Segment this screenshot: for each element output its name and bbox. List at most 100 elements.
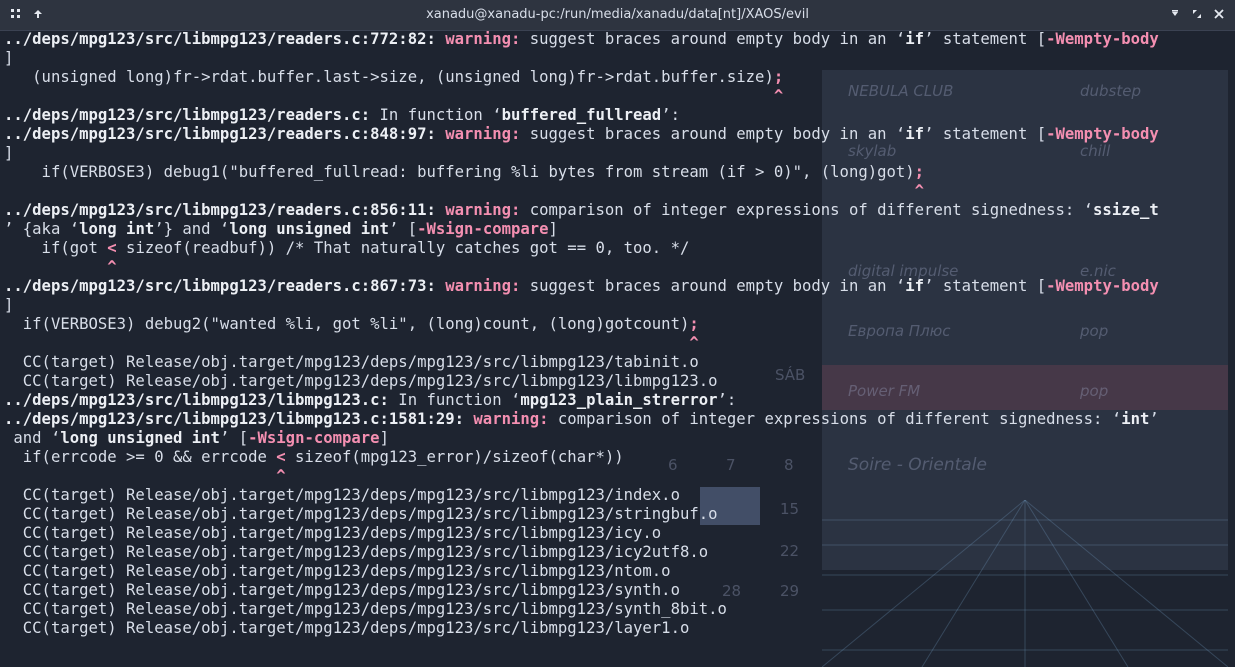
terminal-text: ../deps/mpg123/src/libmpg123/libmpg123.c… — [4, 391, 389, 409]
terminal-text: long unsigned int — [229, 220, 389, 238]
terminal-line: ] — [4, 144, 1235, 163]
terminal-text: ../deps/mpg123/src/libmpg123/readers.c:8… — [4, 201, 446, 219]
terminal-text: CC(target) Release/obj.target/mpg123/dep… — [4, 600, 727, 618]
terminal-text: ../deps/mpg123/src/libmpg123/readers.c: — [4, 106, 371, 124]
terminal-text: warning: — [473, 410, 558, 428]
terminal-text: comparison of integer expressions of dif… — [529, 201, 1094, 219]
terminal-text: int — [1121, 410, 1150, 428]
terminal-line: CC(target) Release/obj.target/mpg123/dep… — [4, 524, 1235, 543]
terminal-line: ] — [4, 296, 1235, 315]
terminal-text: -Wempty-body — [1046, 30, 1159, 48]
terminal-text: ../deps/mpg123/src/libmpg123/libmpg123.c… — [4, 410, 474, 428]
terminal-text: ’: — [717, 391, 737, 409]
terminal-line: if(errcode >= 0 && errcode < sizeof(mpg1… — [4, 448, 1235, 467]
terminal-text: -Wsign-compare — [417, 220, 549, 238]
terminal-line: if(got < sizeof(readbuf)) /* That natura… — [4, 239, 1235, 258]
terminal-text: ../deps/mpg123/src/libmpg123/readers.c:7… — [4, 30, 446, 48]
terminal-text: ] — [4, 296, 14, 314]
terminal-text: CC(target) Release/obj.target/mpg123/dep… — [4, 505, 718, 523]
terminal-text: (unsigned long)fr->rdat.buffer.last->siz… — [4, 68, 774, 86]
terminal-line: ^ — [4, 334, 1235, 353]
terminal-output[interactable]: ../deps/mpg123/src/libmpg123/readers.c:7… — [4, 30, 1235, 667]
terminal-text: ’ {aka ‘ — [4, 220, 80, 238]
terminal-text: ’ statement [ — [924, 125, 1047, 143]
terminal-text: In function ‘ — [370, 106, 502, 124]
minimize-icon[interactable] — [1165, 4, 1185, 24]
terminal-text: warning: — [445, 30, 530, 48]
terminal-text: ^ — [4, 258, 117, 276]
terminal-text: buffered_fullread — [501, 106, 662, 124]
terminal-text: sizeof(mpg123_error)/sizeof(char*)) — [285, 448, 624, 466]
terminal-text: CC(target) Release/obj.target/mpg123/dep… — [4, 543, 709, 561]
terminal-text: ] — [548, 220, 558, 238]
terminal-line: ../deps/mpg123/src/libmpg123/readers.c:8… — [4, 277, 1235, 296]
terminal-text: CC(target) Release/obj.target/mpg123/dep… — [4, 562, 671, 580]
terminal-line: ^ — [4, 182, 1235, 201]
terminal-line: if(VERBOSE3) debug2("wanted %li, got %li… — [4, 315, 1235, 334]
terminal-line: CC(target) Release/obj.target/mpg123/dep… — [4, 543, 1235, 562]
terminal-text: ] — [379, 429, 389, 447]
close-icon[interactable] — [1209, 4, 1229, 24]
terminal-text: if — [905, 30, 925, 48]
terminal-text: CC(target) Release/obj.target/mpg123/dep… — [4, 581, 680, 599]
terminal-text: -Wsign-compare — [248, 429, 380, 447]
window-title: xanadu@xanadu-pc:/run/media/xanadu/data[… — [426, 7, 809, 22]
terminal-line: ../deps/mpg123/src/libmpg123/libmpg123.c… — [4, 410, 1235, 429]
terminal-text: warning: — [445, 125, 530, 143]
terminal-line: CC(target) Release/obj.target/mpg123/dep… — [4, 505, 1235, 524]
terminal-text: if(errcode >= 0 && errcode — [4, 448, 277, 466]
terminal-text: < — [107, 239, 117, 257]
terminal-text: ; — [773, 68, 784, 86]
terminal-line: CC(target) Release/obj.target/mpg123/dep… — [4, 486, 1235, 505]
terminal-text: ^ — [4, 87, 784, 105]
terminal-text: if(got — [4, 239, 108, 257]
terminal-text: long unsigned int — [60, 429, 220, 447]
terminal-line: CC(target) Release/obj.target/mpg123/dep… — [4, 581, 1235, 600]
terminal-line: ../deps/mpg123/src/libmpg123/readers.c:8… — [4, 125, 1235, 144]
terminal-text: -Wempty-body — [1046, 277, 1159, 295]
terminal-text: if(VERBOSE3) debug1("buffered_fullread: … — [4, 163, 915, 181]
terminal-text: suggest braces around empty body in an ‘ — [529, 125, 906, 143]
terminal-line: ] — [4, 49, 1235, 68]
terminal-line: CC(target) Release/obj.target/mpg123/dep… — [4, 562, 1235, 581]
maximize-icon[interactable] — [1187, 4, 1207, 24]
terminal-text: ’ [ — [219, 429, 249, 447]
terminal-text: CC(target) Release/obj.target/mpg123/dep… — [4, 372, 718, 390]
terminal-line: and ‘long unsigned int’ [-Wsign-compare] — [4, 429, 1235, 448]
terminal-text: and ‘ — [4, 429, 61, 447]
terminal-text: CC(target) Release/obj.target/mpg123/dep… — [4, 486, 680, 504]
terminal-text: ../deps/mpg123/src/libmpg123/readers.c:8… — [4, 277, 446, 295]
terminal-line: ’ {aka ‘long int’} and ‘long unsigned in… — [4, 220, 1235, 239]
terminal-text: suggest braces around empty body in an ‘ — [529, 30, 906, 48]
terminal-text: ’ — [1149, 410, 1159, 428]
terminal-text: ’} and ‘ — [154, 220, 230, 238]
terminal-text: ’ [ — [388, 220, 418, 238]
terminal-text: CC(target) Release/obj.target/mpg123/dep… — [4, 353, 699, 371]
terminal-line: ^ — [4, 87, 1235, 106]
terminal-text: comparison of integer expressions of dif… — [557, 410, 1122, 428]
terminal-text: ^ — [4, 467, 286, 485]
terminal-text: ] — [4, 49, 14, 67]
terminal-text: mpg123_plain_strerror — [520, 391, 718, 409]
terminal-text: CC(target) Release/obj.target/mpg123/dep… — [4, 619, 690, 637]
terminal-text: ; — [914, 163, 925, 181]
terminal-text: ../deps/mpg123/src/libmpg123/readers.c:8… — [4, 125, 446, 143]
title-bar: xanadu@xanadu-pc:/run/media/xanadu/data[… — [0, 0, 1235, 31]
terminal-line: ../deps/mpg123/src/libmpg123/readers.c: … — [4, 106, 1235, 125]
terminal-text: if — [905, 277, 925, 295]
terminal-line: (unsigned long)fr->rdat.buffer.last->siz… — [4, 68, 1235, 87]
terminal-text: if(VERBOSE3) debug2("wanted %li, got %li… — [4, 315, 690, 333]
terminal-line: ^ — [4, 467, 1235, 486]
terminal-text: ^ — [4, 334, 699, 352]
terminal-line: CC(target) Release/obj.target/mpg123/dep… — [4, 600, 1235, 619]
terminal-text: ’ statement [ — [924, 30, 1047, 48]
terminal-window: NEBULA CLUB dubstep skylab chill digital… — [0, 0, 1235, 667]
terminal-line: ../deps/mpg123/src/libmpg123/readers.c:7… — [4, 30, 1235, 49]
terminal-text: ^ — [4, 182, 925, 200]
terminal-text: ’: — [661, 106, 680, 124]
terminal-line: ^ — [4, 258, 1235, 277]
terminal-text: ; — [689, 315, 699, 333]
terminal-text: ’ statement [ — [924, 277, 1047, 295]
terminal-text: In function ‘ — [388, 391, 521, 409]
terminal-text: -Wempty-body — [1046, 125, 1159, 143]
